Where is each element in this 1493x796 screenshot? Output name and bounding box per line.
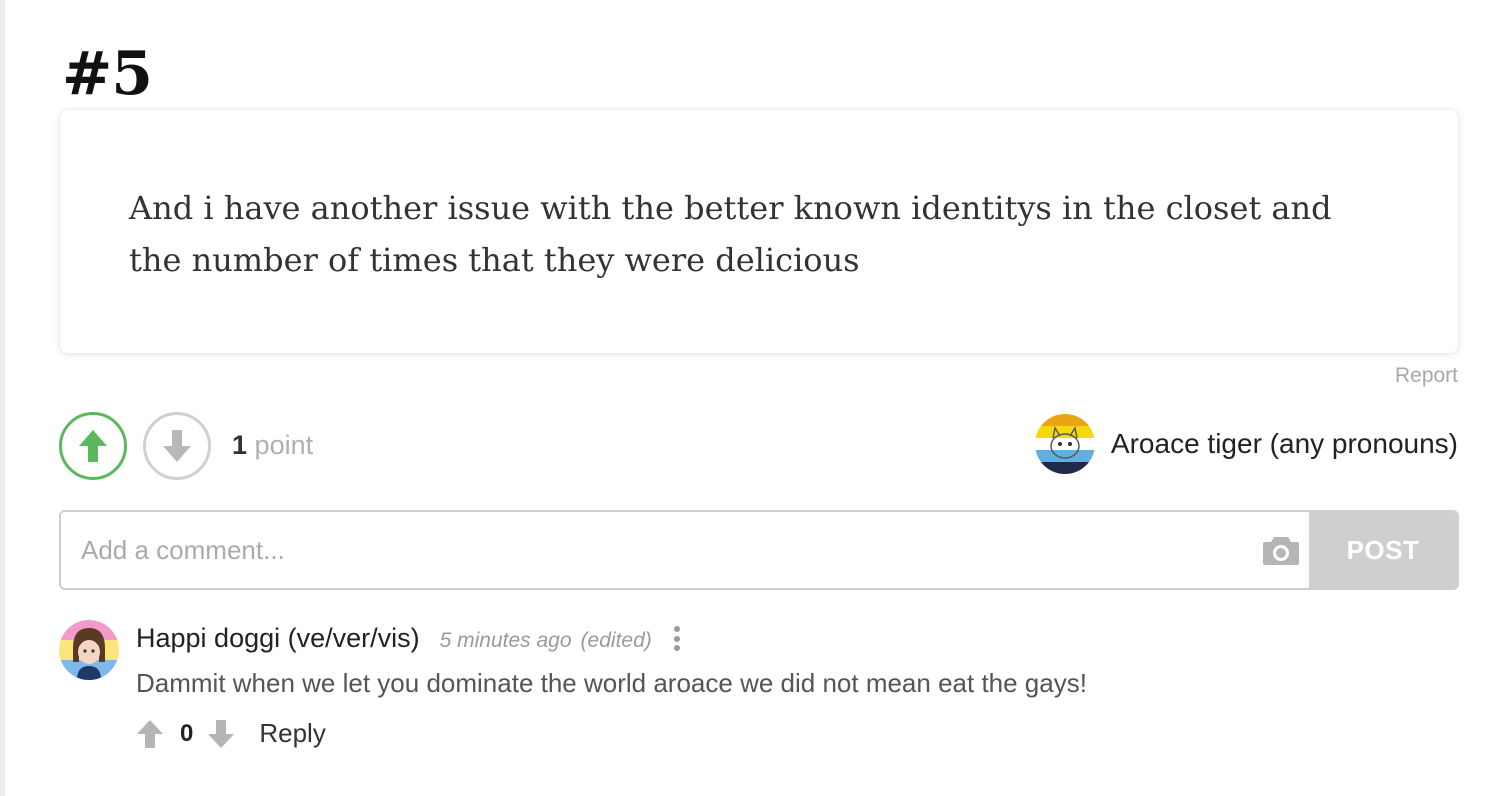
more-vertical-icon[interactable] (673, 626, 680, 651)
post-number: #5 (62, 39, 153, 109)
comment-edited-label: (edited) (580, 629, 652, 652)
commenter-name[interactable]: Happi doggi (ve/ver/vis) (136, 623, 420, 654)
comment-actions: 0 Reply (136, 718, 326, 749)
arrow-up-icon (79, 430, 107, 462)
comment-header: Happi doggi (ve/ver/vis) 5 minutes ago (… (136, 623, 680, 654)
comment-score: 0 (180, 719, 194, 747)
post-card: And i have another issue with the better… (60, 110, 1458, 353)
post-comment-button[interactable]: POST (1309, 512, 1457, 588)
arrow-down-icon (208, 719, 235, 748)
camera-button[interactable] (1253, 512, 1309, 588)
camera-icon (1263, 537, 1299, 565)
author-avatar[interactable] (1034, 414, 1095, 474)
post-text: And i have another issue with the better… (129, 189, 1332, 279)
reply-button[interactable]: Reply (259, 718, 325, 749)
points-count: 1 (232, 430, 248, 460)
arrow-down-icon (163, 430, 191, 462)
comment-upvote-button[interactable] (136, 719, 164, 749)
points-label: point (254, 430, 314, 460)
post-author[interactable]: Aroace tiger (any pronouns) (1034, 414, 1458, 474)
comment-form: POST (59, 510, 1459, 590)
arrow-up-icon (137, 719, 163, 748)
author-name: Aroace tiger (any pronouns) (1110, 428, 1458, 459)
comment-timestamp: 5 minutes ago (439, 629, 572, 652)
comment-downvote-button[interactable] (207, 719, 235, 749)
comment-input[interactable] (61, 512, 1253, 588)
comment-text: Dammit when we let you dominate the worl… (136, 668, 1087, 698)
report-link[interactable]: Report (1395, 364, 1458, 388)
page-left-border (0, 0, 5, 796)
downvote-button[interactable] (143, 412, 211, 480)
upvote-button[interactable] (59, 412, 127, 480)
commenter-avatar[interactable] (59, 620, 119, 680)
points-display: 1 point (232, 428, 313, 462)
